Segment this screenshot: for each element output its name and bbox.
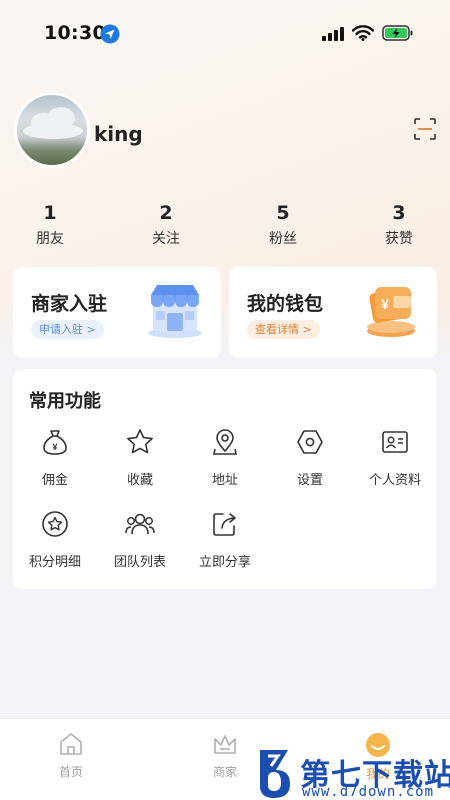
stat-friends[interactable]: 1 朋友 — [5, 200, 95, 248]
stats-row: 1 朋友 2 关注 5 粉丝 3 获赞 — [0, 200, 450, 252]
wallet-details-link[interactable]: 查看详情 > — [247, 320, 320, 339]
stat-fans[interactable]: 5 粉丝 — [238, 200, 328, 248]
watermark-logo-icon — [260, 750, 290, 798]
feature-label: 佣金 — [41, 473, 68, 488]
watermark: 第七下载站 www.d7down.com — [256, 748, 450, 800]
feature-team[interactable]: 团队列表 — [98, 509, 182, 579]
feature-settings[interactable]: 设置 — [268, 427, 352, 497]
tab-label: 商家 — [212, 765, 237, 779]
merchant-card[interactable]: 商家入驻 申请入驻 > — [13, 267, 221, 358]
share-icon — [213, 513, 236, 536]
stat-label: 朋友 — [36, 231, 64, 247]
home-icon — [60, 733, 82, 755]
stat-value: 1 — [43, 202, 57, 224]
location-arrow-icon — [100, 24, 120, 44]
tab-merchants[interactable]: 商家 — [195, 731, 255, 780]
stat-label: 粉丝 — [269, 231, 297, 247]
svg-text:¥: ¥ — [52, 442, 57, 452]
feature-address[interactable]: 地址 — [183, 427, 267, 497]
feature-profile[interactable]: 个人资料 — [353, 427, 437, 497]
stat-value: 5 — [276, 202, 290, 224]
stat-label: 获赞 — [385, 231, 413, 247]
tab-label: 首页 — [58, 765, 83, 779]
wallet-icon: ¥ — [367, 287, 415, 337]
cellular-signal-icon — [322, 27, 344, 41]
stat-value: 3 — [392, 202, 406, 224]
status-time: 10:30 — [44, 22, 106, 44]
svg-text:¥: ¥ — [381, 296, 389, 312]
stat-likes[interactable]: 3 获赞 — [354, 200, 444, 248]
merchant-card-title: 商家入驻 — [31, 293, 108, 315]
wallet-card-title: 我的钱包 — [247, 293, 324, 315]
location-pin-icon — [213, 429, 237, 455]
watermark-url: www.d7down.com — [302, 784, 435, 800]
id-card-icon — [382, 431, 408, 453]
feature-label: 地址 — [211, 473, 238, 488]
feature-share[interactable]: 立即分享 — [183, 509, 267, 579]
tab-home[interactable]: 首页 — [41, 731, 101, 780]
stat-following[interactable]: 2 关注 — [121, 200, 211, 248]
username[interactable]: king — [94, 122, 143, 146]
features-card: 常用功能 ¥ 佣金 收藏 地址 设置 个人资料 积分明细 团队列表 立即分享 — [13, 369, 437, 589]
feature-label: 立即分享 — [198, 555, 251, 570]
team-icon — [125, 513, 155, 535]
crown-icon — [214, 735, 236, 754]
feature-label: 团队列表 — [113, 555, 166, 570]
money-bag-icon: ¥ — [43, 430, 67, 455]
feature-label: 设置 — [296, 473, 323, 488]
feature-favorites[interactable]: 收藏 — [98, 427, 182, 497]
avatar[interactable] — [14, 92, 90, 168]
status-bar: 10:30 — [0, 0, 450, 64]
stat-value: 2 — [159, 202, 173, 224]
wifi-icon — [352, 25, 374, 41]
battery-charging-icon — [382, 25, 413, 41]
points-star-icon — [42, 511, 68, 537]
feature-label: 积分明细 — [28, 555, 81, 570]
apply-merchant-link[interactable]: 申请入驻 > — [31, 320, 104, 339]
feature-points[interactable]: 积分明细 — [13, 509, 97, 579]
star-icon — [127, 429, 153, 454]
feature-label: 个人资料 — [368, 473, 421, 488]
features-title: 常用功能 — [29, 391, 101, 412]
feature-label: 收藏 — [126, 473, 153, 488]
scan-icon[interactable] — [414, 118, 436, 140]
stat-label: 关注 — [152, 231, 180, 247]
wallet-card[interactable]: 我的钱包 查看详情 > ¥ — [229, 267, 437, 358]
feature-commission[interactable]: ¥ 佣金 — [13, 427, 97, 497]
settings-hexagon-icon — [297, 430, 323, 454]
storefront-icon — [148, 285, 202, 338]
